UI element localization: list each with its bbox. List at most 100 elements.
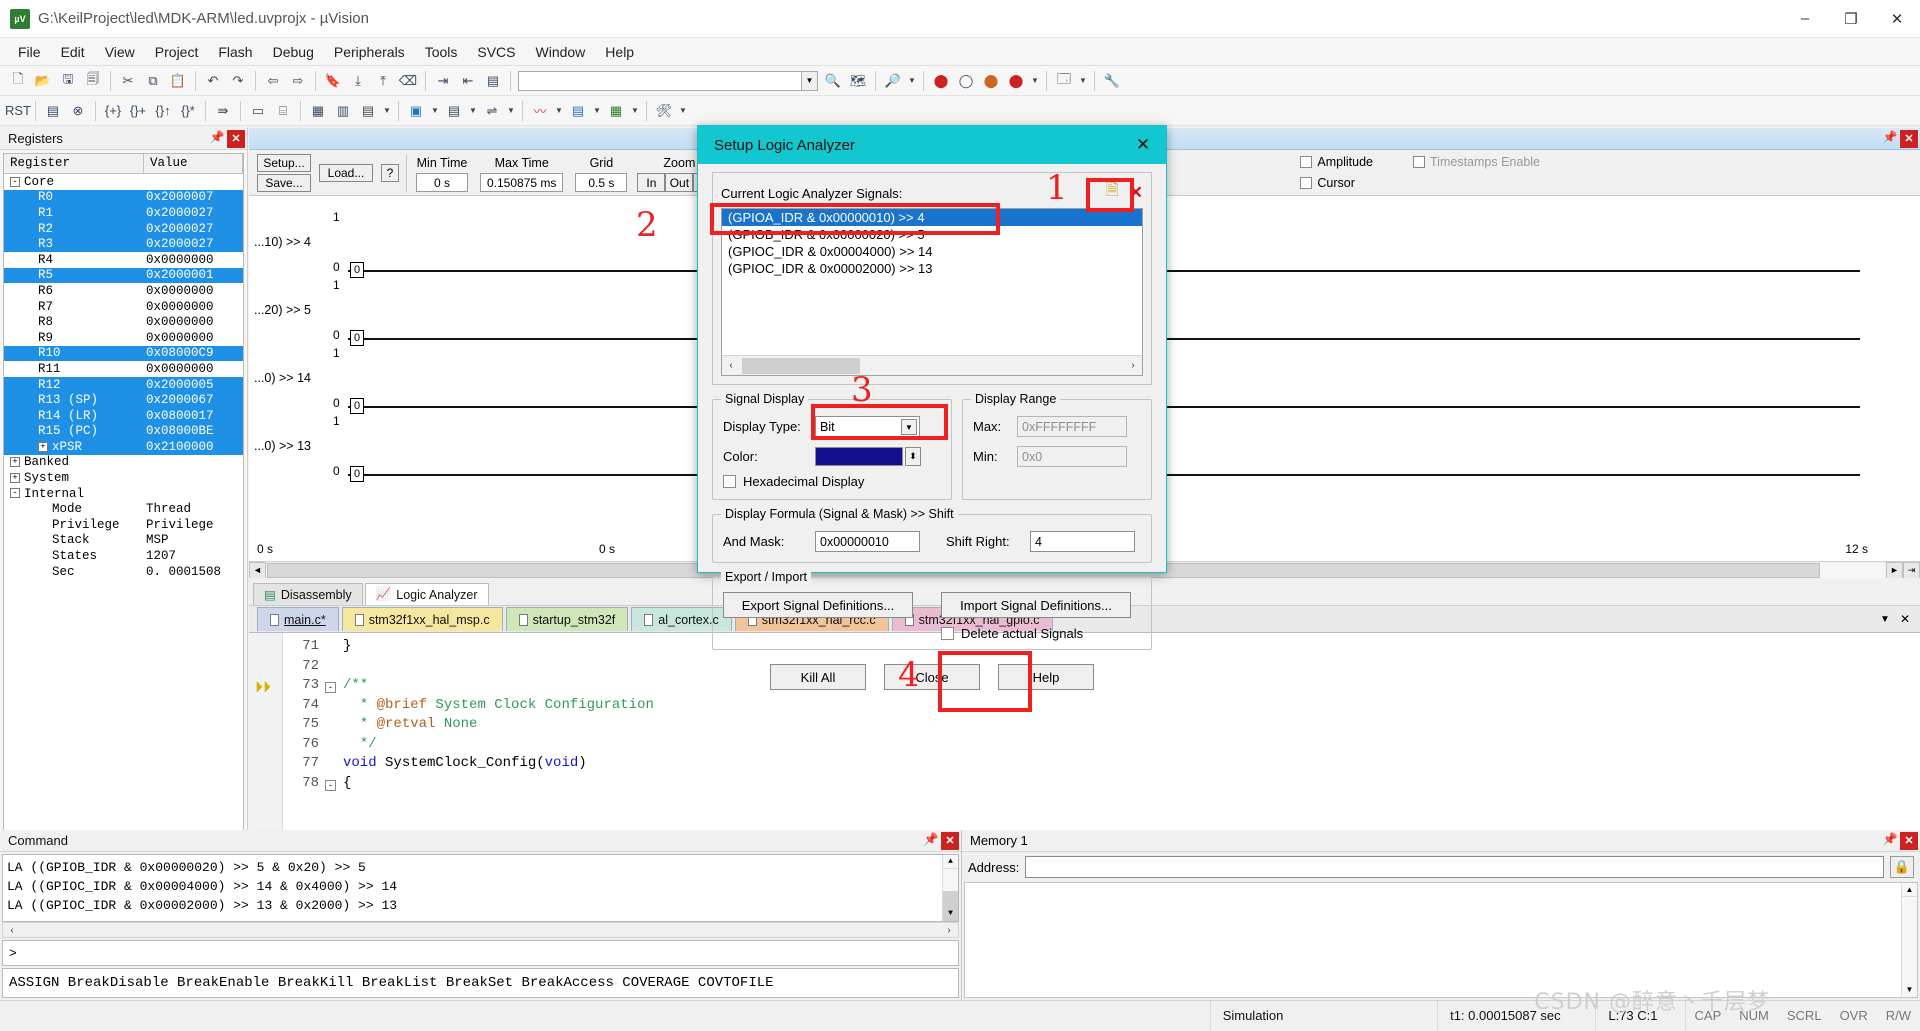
signal-list-item[interactable]: (GPIOB_IDR & 0x00000020) >> 5: [722, 226, 1142, 243]
chevron-down-icon[interactable]: ▼: [801, 71, 817, 90]
la-cursor-checkbox[interactable]: Cursor: [1300, 174, 1540, 192]
register-row[interactable]: R12 0x2000005: [4, 376, 243, 393]
register-row[interactable]: + Banked: [4, 455, 243, 471]
la-amplitude-checkbox[interactable]: Amplitude: [1300, 153, 1373, 171]
export-signal-definitions-button[interactable]: Export Signal Definitions...: [723, 592, 913, 618]
stop-icon[interactable]: ⊗: [66, 99, 90, 123]
file-tab[interactable]: main.c*: [257, 607, 339, 631]
menu-edit[interactable]: Edit: [51, 41, 95, 63]
register-row[interactable]: R8 0x0000000: [4, 314, 243, 330]
delete-actual-signals-checkbox[interactable]: Delete actual Signals: [941, 626, 1141, 641]
expand-icon[interactable]: +: [38, 441, 48, 452]
collapse-icon[interactable]: -: [10, 488, 20, 499]
indent-icon[interactable]: ⇥: [431, 69, 455, 93]
register-row[interactable]: + xPSR 0x2100000: [4, 439, 243, 455]
bookmark-next-icon[interactable]: ⤓: [346, 69, 370, 93]
expand-icon[interactable]: +: [10, 472, 20, 483]
chevron-down-icon[interactable]: ▼: [1029, 69, 1041, 93]
chevron-down-icon[interactable]: ▼: [677, 99, 689, 123]
chevron-down-icon[interactable]: ▼: [429, 99, 441, 123]
new-signal-icon[interactable]: 🗎: [1106, 179, 1119, 206]
register-row[interactable]: Privilege Privilege: [4, 517, 243, 533]
max-input[interactable]: 0xFFFFFFFF: [1017, 416, 1127, 437]
scroll-end-icon[interactable]: ⇥: [1903, 561, 1920, 578]
close-icon[interactable]: ✕: [1900, 129, 1918, 148]
signals-scroll-thumb[interactable]: [742, 357, 860, 374]
register-row[interactable]: R7 0x0000000: [4, 299, 243, 315]
save-icon[interactable]: 🖫: [56, 69, 80, 93]
register-row[interactable]: R9 0x0000000: [4, 330, 243, 346]
la-min-time-value[interactable]: 0 s: [416, 173, 468, 192]
lock-icon[interactable]: 🔒: [1890, 856, 1914, 878]
signal-list-item[interactable]: (GPIOC_IDR & 0x00004000) >> 14: [722, 243, 1142, 260]
menu-file[interactable]: File: [8, 41, 51, 63]
menu-svcs[interactable]: SVCS: [467, 41, 525, 63]
collapse-icon[interactable]: -: [325, 779, 336, 791]
call-stack-window-icon[interactable]: ▤: [356, 99, 380, 123]
register-row[interactable]: + System: [4, 470, 243, 486]
pin-icon[interactable]: 📌: [923, 832, 939, 850]
expand-icon[interactable]: +: [10, 457, 20, 468]
scroll-up-icon[interactable]: ▲: [1902, 883, 1917, 897]
breakpoint-disable-all-icon[interactable]: ⬤: [979, 69, 1003, 93]
registers-grid[interactable]: Register Value - Core R0 0x2000007 R1 0x20000…: [3, 153, 244, 923]
kill-all-button[interactable]: Kill All: [770, 664, 866, 690]
import-signal-definitions-button[interactable]: Import Signal Definitions...: [941, 592, 1131, 618]
scroll-left-icon[interactable]: ◄: [249, 561, 266, 578]
la-max-time-value[interactable]: 0.150875 ms: [480, 173, 564, 192]
window-layout-icon[interactable]: 🗔: [1052, 69, 1076, 93]
chevron-down-icon[interactable]: ▼: [381, 99, 393, 123]
close-button[interactable]: ✕: [1874, 0, 1920, 38]
chevron-down-icon[interactable]: ▼: [1077, 69, 1089, 93]
register-row[interactable]: R11 0x0000000: [4, 361, 243, 377]
breakpoint-kill-all-icon[interactable]: ⬤: [1004, 69, 1028, 93]
memory-vertical-scrollbar[interactable]: ▲ ▼: [1901, 883, 1917, 997]
register-row[interactable]: Mode Thread: [4, 501, 243, 517]
debug-start-icon[interactable]: 🔎: [881, 69, 905, 93]
watch-window-icon[interactable]: ▣: [404, 99, 428, 123]
menu-debug[interactable]: Debug: [263, 41, 324, 63]
minimize-button[interactable]: –: [1782, 0, 1828, 38]
paste-icon[interactable]: 📋: [166, 69, 190, 93]
scroll-up-icon[interactable]: ▲: [943, 855, 958, 869]
memory-address-input[interactable]: [1025, 856, 1884, 878]
registers-window-icon[interactable]: ▥: [331, 99, 355, 123]
hexadecimal-display-checkbox[interactable]: Hexadecimal Display: [723, 474, 941, 489]
chevron-down-icon[interactable]: ▼: [467, 99, 479, 123]
cut-icon[interactable]: ✂: [116, 69, 140, 93]
min-input[interactable]: 0x0: [1017, 446, 1127, 467]
bookmark-clear-icon[interactable]: ⌫: [396, 69, 420, 93]
fold-cell[interactable]: -: [325, 676, 343, 696]
la-help-button[interactable]: ?: [381, 163, 399, 182]
close-button[interactable]: Close: [884, 664, 980, 690]
breakpoint-icon[interactable]: ⬤: [929, 69, 953, 93]
fold-cell[interactable]: [325, 735, 343, 755]
analysis-window-icon[interactable]: 〰: [528, 99, 552, 123]
breakpoint-disable-icon[interactable]: ◯: [954, 69, 978, 93]
chevron-down-icon[interactable]: ▼: [505, 99, 517, 123]
file-tab[interactable]: stm32f1xx_hal_msp.c: [341, 607, 503, 631]
collapse-icon[interactable]: -: [10, 176, 20, 187]
fold-cell[interactable]: [325, 637, 343, 657]
menu-help[interactable]: Help: [595, 41, 644, 63]
close-icon[interactable]: ✕: [1126, 128, 1160, 162]
nav-back-icon[interactable]: ⇦: [261, 69, 285, 93]
register-row[interactable]: Stack MSP: [4, 533, 243, 549]
command-input[interactable]: >: [2, 940, 959, 966]
shift-right-input[interactable]: 4: [1030, 531, 1135, 552]
file-tab[interactable]: startup_stm32f: [505, 607, 629, 631]
step-out-icon[interactable]: {}↑: [151, 99, 175, 123]
help-button[interactable]: Help: [998, 664, 1094, 690]
register-row[interactable]: R4 0x0000000: [4, 252, 243, 268]
chevron-down-icon[interactable]: ▼: [591, 99, 603, 123]
comment-icon[interactable]: ▤: [481, 69, 505, 93]
la-grid-value[interactable]: 0.5 s: [575, 173, 628, 192]
register-row[interactable]: R3 0x2000027: [4, 236, 243, 252]
reset-cpu-icon[interactable]: RST: [5, 99, 31, 123]
menu-view[interactable]: View: [95, 41, 145, 63]
fold-cell[interactable]: [325, 696, 343, 716]
scroll-right-icon[interactable]: ›: [1124, 357, 1142, 375]
scroll-right-icon[interactable]: ►: [1886, 561, 1903, 578]
register-row[interactable]: R1 0x2000027: [4, 205, 243, 221]
collapse-icon[interactable]: -: [325, 682, 336, 693]
